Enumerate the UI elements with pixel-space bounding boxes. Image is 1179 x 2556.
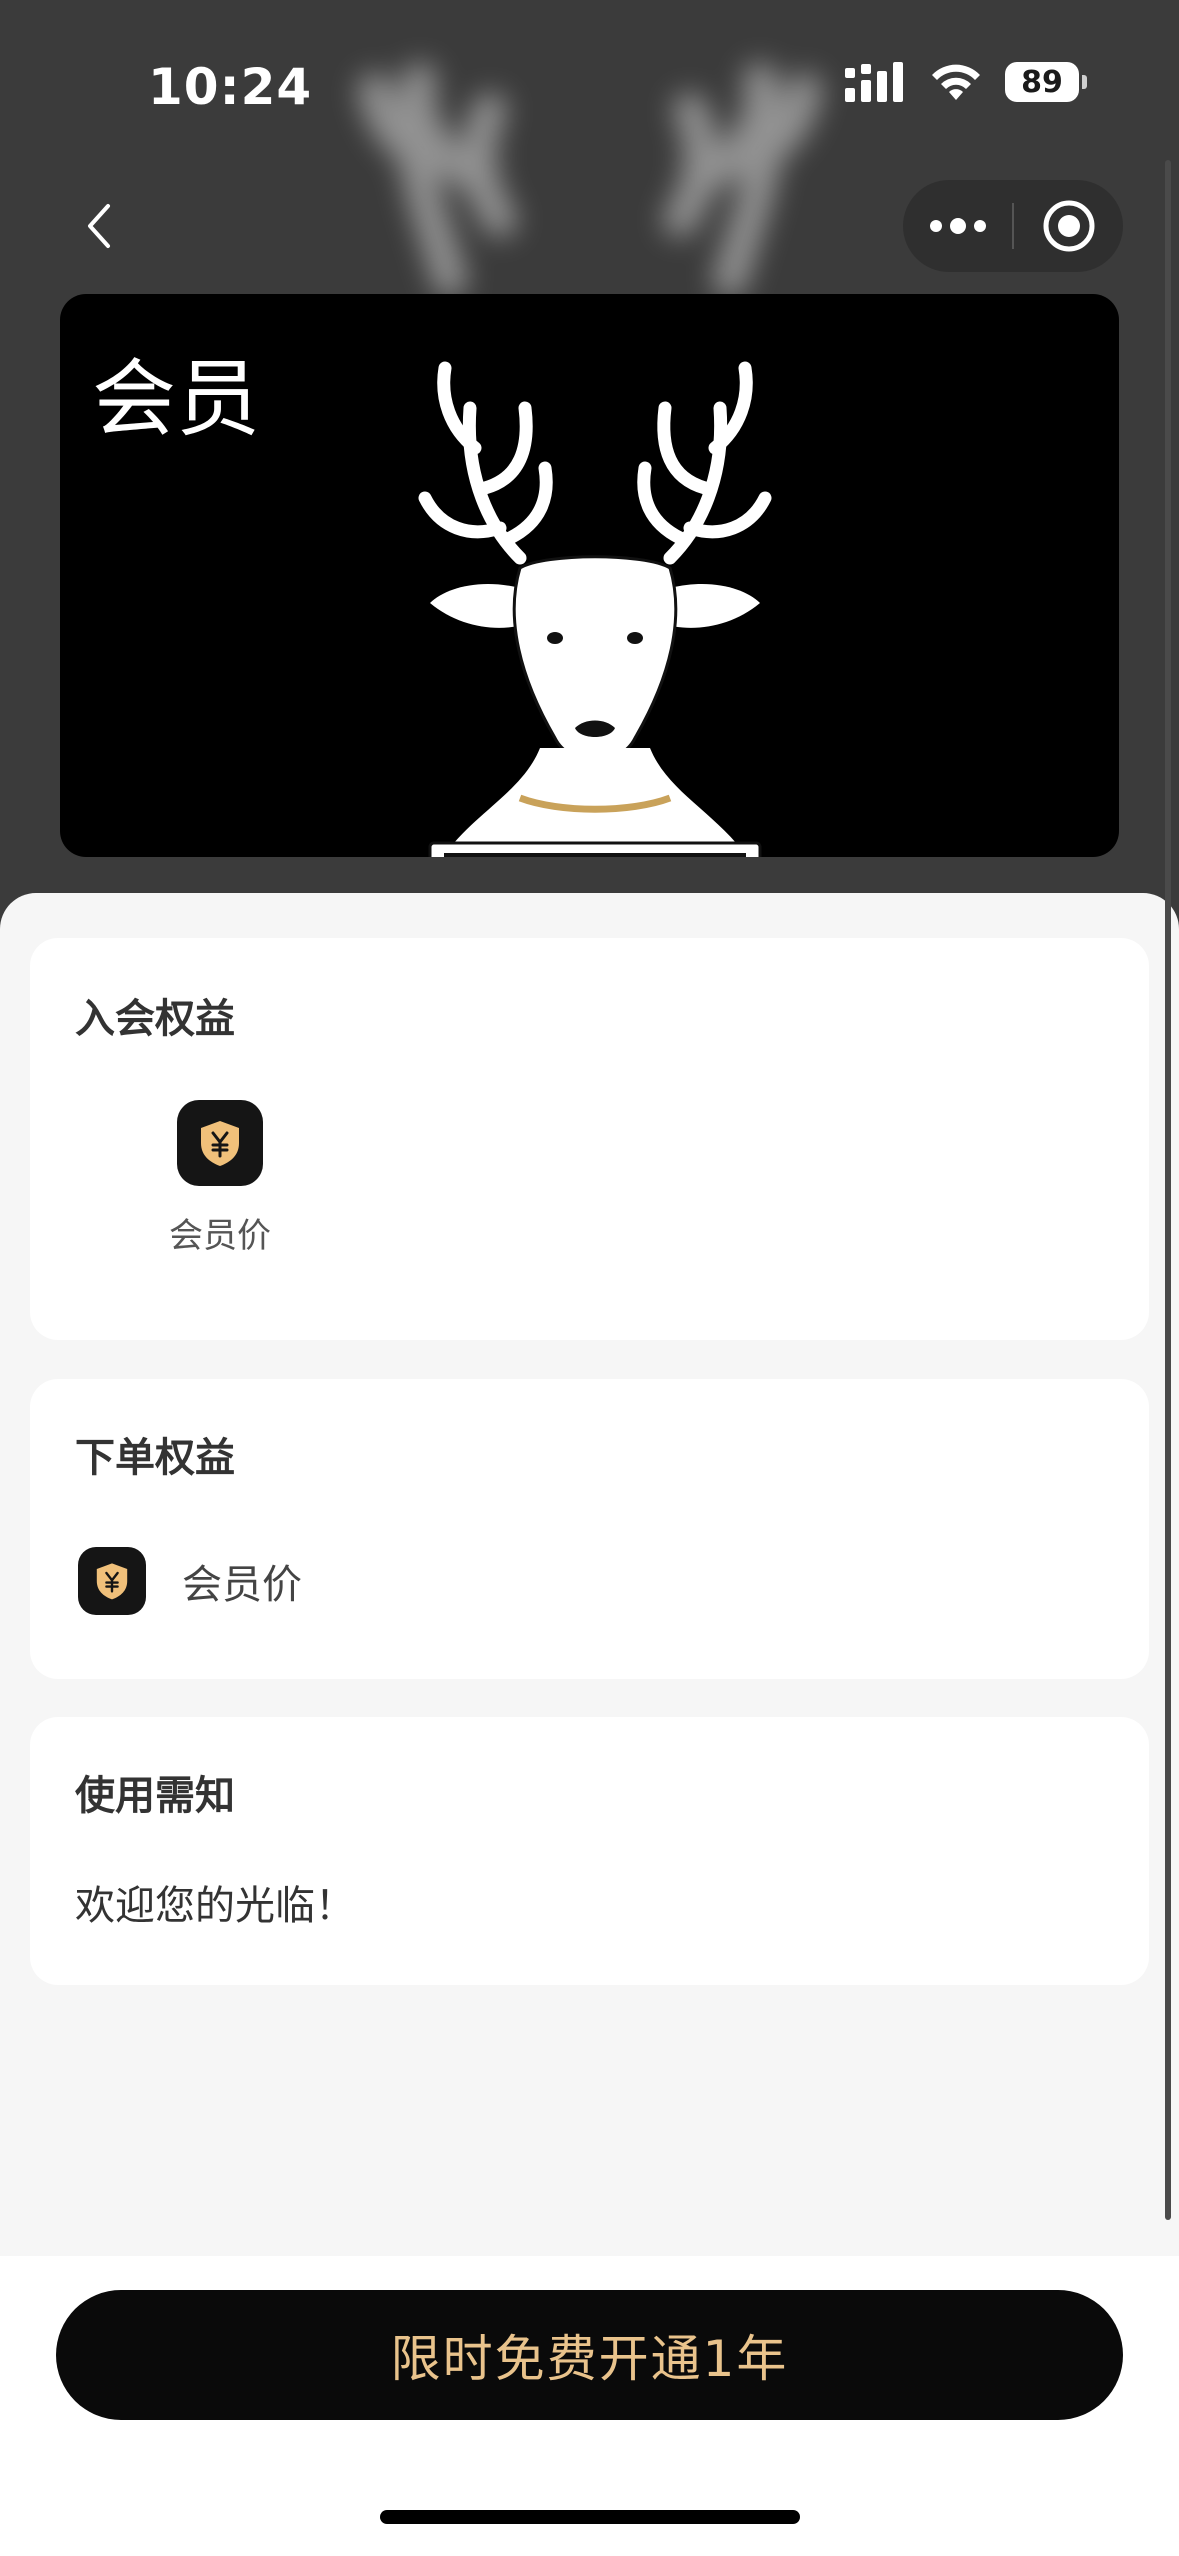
order-benefit-member-price[interactable]: 会员价 — [78, 1547, 302, 1615]
chevron-left-icon[interactable] — [70, 196, 130, 256]
wifi-icon — [932, 64, 980, 100]
more-dots-icon — [929, 218, 986, 234]
order-benefit-label: 会员价 — [182, 1562, 302, 1608]
status-time: 10:24 — [148, 58, 313, 116]
card-title: 会员 — [92, 350, 261, 448]
close-button[interactable] — [1014, 180, 1123, 272]
deer-logo-icon — [418, 361, 772, 857]
yen-shield-glyph — [201, 1121, 239, 1166]
yen-shield-glyph — [96, 1563, 128, 1600]
cta-label: 限时免费开通1年 — [390, 2330, 789, 2388]
yen-shield-icon — [177, 1100, 263, 1186]
join-benefit-member-price[interactable]: 会员价 — [140, 1100, 300, 1257]
mini-program-capsule — [903, 180, 1123, 272]
join-benefit-label: 会员价 — [169, 1216, 271, 1256]
cellular-signal-icon — [845, 62, 903, 102]
usage-notice-text: 欢迎您的光临！ — [75, 1883, 355, 1929]
free-membership-button[interactable]: 限时免费开通1年 — [56, 2290, 1123, 2420]
page: 10:24 89 会员 入会权益 会员价 下单权益 会员价 使用需知 欢迎您的光… — [0, 0, 1179, 2556]
scroll-indicator[interactable] — [1165, 160, 1171, 2220]
yen-shield-icon — [78, 1547, 146, 1615]
status-icons: 89 — [845, 62, 1087, 102]
home-indicator[interactable] — [380, 2510, 800, 2524]
battery-icon: 89 — [1005, 62, 1087, 102]
order-benefits-card: 下单权益 会员价 — [30, 1379, 1149, 1679]
more-button[interactable] — [903, 180, 1012, 272]
member-card: 会员 — [60, 294, 1119, 857]
order-benefits-title: 下单权益 — [75, 1435, 235, 1481]
usage-notice-title: 使用需知 — [75, 1773, 235, 1819]
target-circle-icon — [1043, 200, 1094, 252]
battery-level: 89 — [1021, 64, 1063, 100]
background-deer-blur — [358, 63, 822, 297]
join-benefits-card: 入会权益 会员价 — [30, 938, 1149, 1340]
usage-notice-card: 使用需知 欢迎您的光临！ — [30, 1717, 1149, 1985]
join-benefits-title: 入会权益 — [75, 996, 235, 1042]
